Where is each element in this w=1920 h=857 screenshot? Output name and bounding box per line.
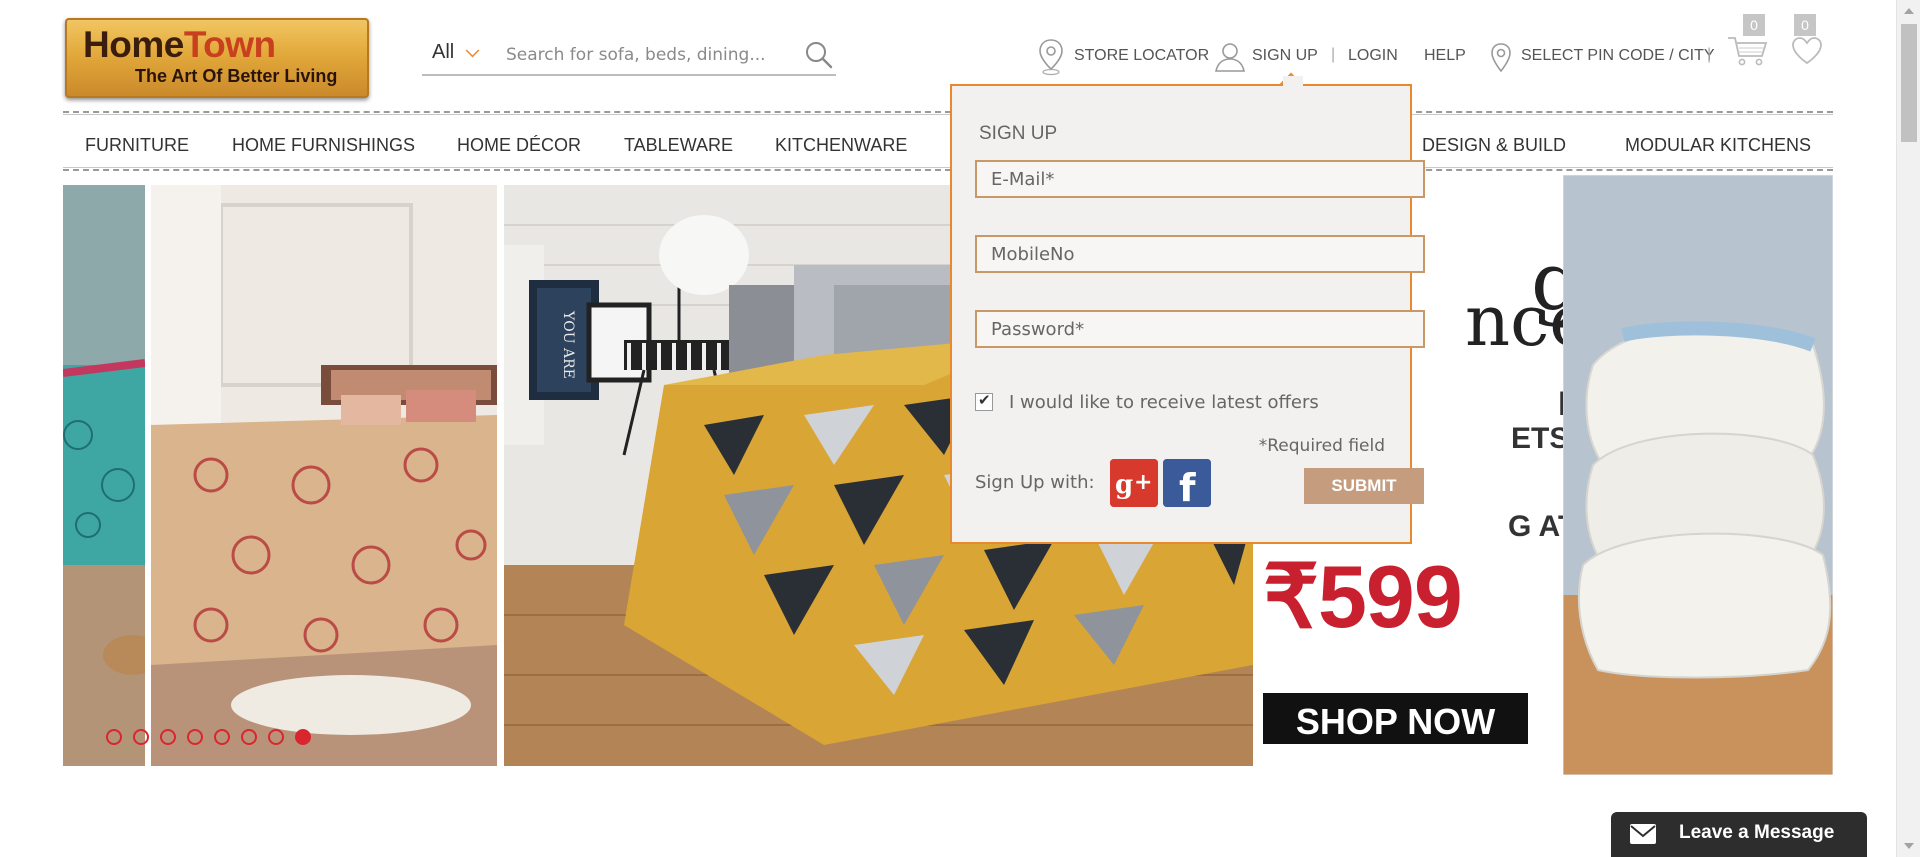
cart-count-badge: 0 — [1743, 14, 1765, 36]
required-note: *Required field — [1258, 436, 1385, 456]
popup-caret-cover — [1283, 76, 1303, 92]
svg-text:+: + — [1134, 470, 1152, 495]
search-category-select[interactable]: All — [432, 41, 454, 64]
store-locator-icon[interactable] — [1037, 38, 1065, 80]
carousel-dot[interactable] — [133, 729, 149, 745]
logo-tagline: The Art Of Better Living — [135, 66, 338, 86]
promo-price: ₹599 — [1263, 547, 1463, 646]
hero-carousel[interactable]: YOU ARE g nce ETS G AT ₹599 SHOP NOW — [63, 175, 1833, 775]
user-icon[interactable] — [1214, 41, 1246, 77]
google-plus-button[interactable]: g + — [1110, 459, 1158, 507]
carousel-dot[interactable] — [160, 729, 176, 745]
search-icon[interactable] — [804, 40, 834, 70]
shop-now-label: SHOP NOW — [1295, 701, 1496, 742]
slide-image-pillows — [1563, 175, 1833, 775]
carousel-dot[interactable] — [214, 729, 230, 745]
leave-message-label: Leave a Message — [1679, 822, 1835, 843]
nav-divider-top-inner — [63, 114, 1833, 115]
hometown-logo[interactable]: HomeTown The Art Of Better Living — [65, 18, 369, 98]
logo-home: Home — [83, 24, 184, 65]
email-field[interactable] — [975, 160, 1425, 198]
slide-image-floral-bedding — [151, 185, 497, 766]
nav-item-furniture[interactable]: FURNITURE — [85, 135, 189, 156]
svg-text:f: f — [1179, 466, 1196, 507]
store-locator-link[interactable]: STORE LOCATOR — [1074, 47, 1209, 65]
carousel-dot-active[interactable] — [295, 729, 311, 745]
link-separator: | — [1331, 46, 1336, 63]
leave-message-widget[interactable]: Leave a Message — [1611, 812, 1867, 857]
nav-item-home-decor[interactable]: HOME DÉCOR — [457, 135, 581, 156]
svg-text:YOU ARE: YOU ARE — [560, 310, 576, 379]
scrollbar-thumb[interactable] — [1901, 24, 1917, 142]
envelope-icon — [1629, 823, 1657, 849]
pin-code-selector[interactable]: SELECT PIN CODE / CITY — [1521, 47, 1715, 65]
chevron-down-icon[interactable] — [465, 43, 480, 58]
checkmark-icon: ✔ — [978, 391, 991, 409]
offers-checkbox[interactable]: ✔ — [975, 391, 993, 411]
email-input[interactable] — [977, 162, 1423, 196]
nav-divider-bottom — [63, 167, 1833, 168]
submit-button[interactable]: SUBMIT — [1304, 468, 1424, 504]
nav-item-modular-kitchens[interactable]: MODULAR KITCHENS — [1625, 135, 1811, 156]
sign-up-link[interactable]: SIGN UP — [1252, 47, 1318, 65]
heart-icon[interactable] — [1790, 36, 1824, 70]
facebook-icon: f — [1163, 459, 1211, 510]
mobile-field[interactable] — [975, 235, 1425, 273]
logo-town: Town — [183, 24, 276, 65]
slide-image-teal-bedding — [63, 185, 145, 766]
nav-divider-bottom-outer — [63, 169, 1833, 171]
page: HomeTown The Art Of Better Living All ST… — [0, 0, 1920, 857]
password-input[interactable] — [977, 312, 1423, 346]
carousel-dot[interactable] — [241, 729, 257, 745]
carousel-dot[interactable] — [268, 729, 284, 745]
carousel-dot[interactable] — [106, 729, 122, 745]
logo-wordmark: HomeTown — [83, 24, 276, 66]
help-link[interactable]: HELP — [1424, 47, 1466, 65]
scroll-down-arrow-icon[interactable] — [1904, 843, 1914, 849]
nav-item-design-build[interactable]: DESIGN & BUILD — [1422, 135, 1566, 156]
signup-popup: SIGN UP ✔ I would like to receive latest… — [950, 76, 1425, 544]
carousel-dot[interactable] — [187, 729, 203, 745]
popup-title: SIGN UP — [979, 123, 1058, 144]
offers-label: I would like to receive latest offers — [1009, 392, 1319, 413]
search-input[interactable] — [506, 42, 806, 68]
search-bar: All — [422, 38, 836, 76]
location-pin-icon[interactable] — [1490, 42, 1512, 78]
promo-line-2: ETS — [1511, 422, 1570, 455]
shop-now-button[interactable]: SHOP NOW — [1263, 693, 1528, 744]
page-scrollbar[interactable] — [1896, 0, 1920, 857]
facebook-button[interactable]: f — [1163, 459, 1211, 510]
wishlist-count-badge: 0 — [1794, 14, 1816, 36]
svg-text:g: g — [1115, 470, 1133, 500]
cart-icon[interactable] — [1726, 34, 1770, 72]
nav-item-tableware[interactable]: TABLEWARE — [624, 135, 733, 156]
scroll-up-arrow-icon[interactable] — [1904, 8, 1914, 14]
google-plus-icon: g + — [1110, 459, 1158, 507]
password-field[interactable] — [975, 310, 1425, 348]
sign-up-with-label: Sign Up with: — [975, 472, 1095, 493]
nav-divider-top — [63, 111, 1833, 113]
nav-item-home-furnishings[interactable]: HOME FURNISHINGS — [232, 135, 415, 156]
login-link[interactable]: LOGIN — [1348, 47, 1398, 65]
mobile-input[interactable] — [977, 237, 1423, 271]
link-separator: | — [1707, 46, 1712, 63]
nav-item-kitchenware[interactable]: KITCHENWARE — [775, 135, 907, 156]
